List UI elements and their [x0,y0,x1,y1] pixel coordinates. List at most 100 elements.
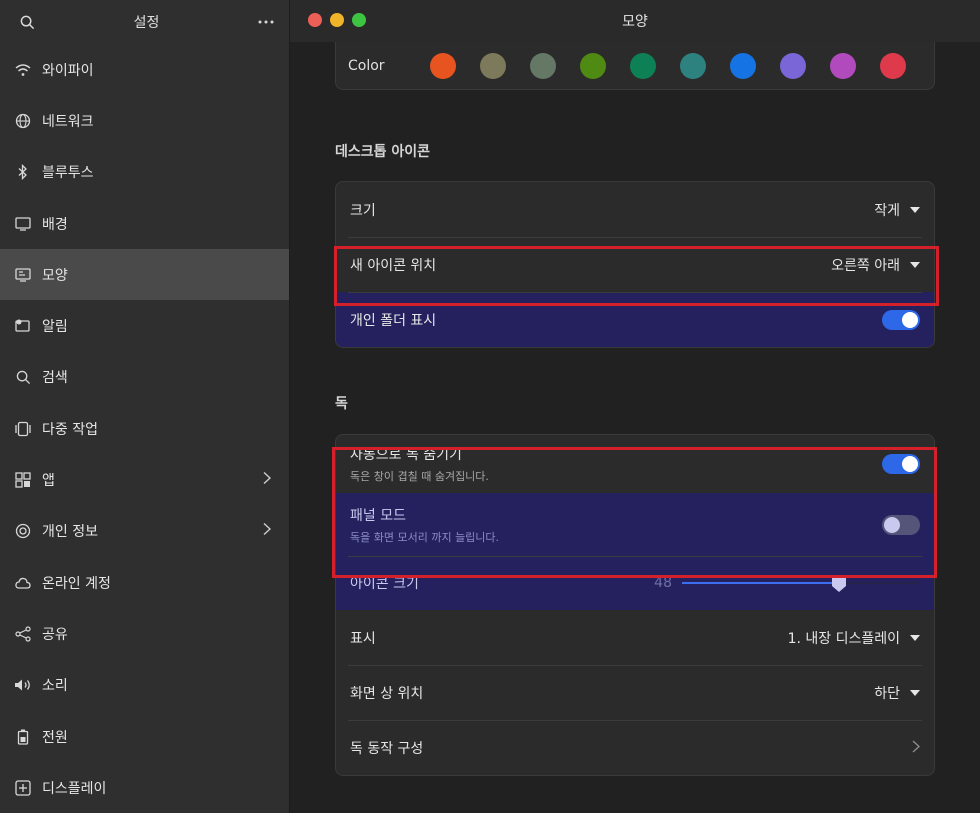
color-swatch[interactable] [480,52,506,79]
more-icon[interactable] [255,11,277,33]
sidebar-item-bluetooth[interactable]: 블루투스 [0,147,289,198]
display-row: 표시 1. 내장 디스플레이 [336,610,934,665]
panel-mode-group: 패널 모드 독을 화면 모서리 까지 늘립니다. 아이콘 크기 48 [336,493,934,610]
slider-fill [682,582,840,584]
caret-down-icon [910,261,920,268]
new-icon-position-value: 오른쪽 아래 [831,257,900,274]
icon-size-label: 크기 [350,202,376,219]
color-swatch[interactable] [880,52,906,79]
sidebar-item-power[interactable]: 전원 [0,711,289,762]
sidebar-item-label: 검색 [42,370,68,387]
panel-mode-subtitle: 독을 화면 모서리 까지 늘립니다. [350,530,500,544]
maximize-button[interactable] [352,13,366,27]
minimize-button[interactable] [330,13,344,27]
apps-grid-icon [14,471,32,489]
icon-size-dropdown[interactable]: 작게 [874,200,920,220]
close-button[interactable] [308,13,322,27]
sidebar-item-wifi[interactable]: 와이파이 [0,44,289,95]
sidebar-item-label: 소리 [42,678,68,695]
screen-position-label: 화면 상 위치 [350,685,424,702]
show-home-folder-label: 개인 폴더 표시 [350,312,437,329]
sidebar-list: 와이파이 네트워크 블루투스 배경 모양 알림 검색 다중 작업 앱 개인 정보… [0,44,289,813]
sidebar-item-label: 네트워크 [42,113,94,130]
panel-mode-label: 패널 모드 [350,507,406,524]
toggle-knob [884,516,900,533]
caret-down-icon [910,206,920,213]
sidebar-item-label: 알림 [42,319,68,336]
caret-down-icon [910,689,920,696]
main-panel: 모양 Color 데스크톱 아이콘 크기 작게 새 아이콘 위치 오른쪽 아래 [290,0,980,813]
settings-content: Color 데스크톱 아이콘 크기 작게 새 아이콘 위치 오른쪽 아래 개인 … [335,42,935,776]
screen-position-dropdown[interactable]: 하단 [874,683,920,703]
autohide-toggle[interactable] [882,454,920,474]
dock-behavior-row[interactable]: 독 동작 구성 [336,720,934,775]
icon-size-slider-wrap: 48 [652,573,920,593]
titlebar: 모양 [290,0,980,42]
color-card: Color [335,42,935,90]
autohide-subtitle: 독은 창이 겹칠 때 숨겨집니다. [350,470,489,483]
sidebar-item-notifications[interactable]: 알림 [0,300,289,351]
dock-title: 독 [335,396,348,412]
panel-mode-text: 패널 모드 독을 화면 모서리 까지 늘립니다. [350,505,499,545]
sidebar-item-appearance[interactable]: 모양 [0,249,289,301]
sidebar-title: 설정 [133,15,160,31]
sidebar-item-label: 와이파이 [42,62,94,79]
color-swatch[interactable] [680,52,706,79]
icon-size-value: 작게 [874,202,900,219]
dock-behavior-label: 독 동작 구성 [350,740,424,757]
color-swatch[interactable] [580,52,606,79]
slider-thumb[interactable] [831,575,847,593]
chevron-right-icon [912,738,921,757]
sidebar-item-apps[interactable]: 앱 [0,454,289,505]
screen-position-row: 화면 상 위치 하단 [336,665,934,720]
sidebar-item-privacy[interactable]: 개인 정보 [0,506,289,557]
color-swatch[interactable] [830,52,856,79]
notification-icon [14,317,32,335]
sidebar-item-label: 블루투스 [42,165,94,182]
display-icon [14,779,32,797]
search-icon [14,368,32,386]
display-dropdown[interactable]: 1. 내장 디스플레이 [788,628,920,648]
color-swatch[interactable] [630,52,656,79]
color-swatch[interactable] [530,52,556,79]
sidebar-item-background[interactable]: 배경 [0,198,289,249]
show-home-folder-toggle[interactable] [882,309,920,330]
icon-size-row: 크기 작게 [336,182,934,237]
cloud-icon [14,574,32,592]
battery-icon [14,728,32,746]
sidebar-item-display[interactable]: 디스플레이 [0,762,289,813]
desktop-icons-title: 데스크톱 아이콘 [335,144,431,160]
panel-mode-row: 패널 모드 독을 화면 모서리 까지 늘립니다. [336,493,934,556]
privacy-icon [14,522,32,540]
new-icon-position-dropdown[interactable]: 오른쪽 아래 [831,255,920,275]
sidebar-item-multitasking[interactable]: 다중 작업 [0,403,289,454]
panel-mode-toggle[interactable] [882,514,920,535]
display-value: 1. 내장 디스플레이 [787,630,900,647]
display-label: 표시 [350,630,376,647]
sidebar-item-sound[interactable]: 소리 [0,660,289,711]
sidebar-item-online-accounts[interactable]: 온라인 계정 [0,557,289,608]
color-label: Color [348,57,385,74]
toggle-knob [902,456,918,472]
color-swatch[interactable] [730,52,756,79]
search-icon[interactable] [16,11,38,33]
color-swatch[interactable] [780,52,806,79]
autohide-label: 자동으로 독 숨기기 [350,447,462,463]
sidebar-item-label: 공유 [42,626,68,643]
chevron-right-icon [263,523,272,540]
sidebar-item-label: 온라인 계정 [42,575,111,592]
chevron-right-icon [263,471,272,489]
window-title: 모양 [622,14,648,30]
sidebar-item-search[interactable]: 검색 [0,352,289,403]
share-icon [14,625,32,643]
color-swatch[interactable] [430,52,456,79]
sidebar-item-sharing[interactable]: 공유 [0,608,289,659]
bluetooth-icon [14,163,32,181]
icon-size-slider[interactable] [682,573,920,593]
appearance-icon [14,266,32,284]
dock-icon-size-label: 아이콘 크기 [350,576,419,592]
icon-size-slider-row: 아이콘 크기 48 [336,556,934,610]
sidebar-item-network[interactable]: 네트워크 [0,95,289,146]
speaker-icon [14,676,32,694]
globe-icon [14,112,32,130]
